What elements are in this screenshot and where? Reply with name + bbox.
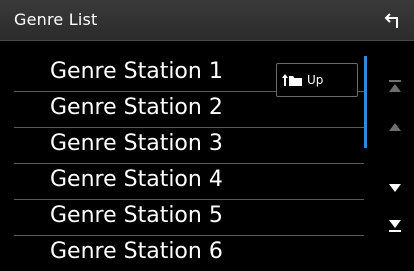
list-item-label: Genre Station 1: [50, 59, 223, 84]
list-item-label: Genre Station 4: [50, 167, 223, 192]
header-bar: Genre List: [0, 0, 414, 41]
list-item-label: Genre Station 6: [50, 239, 223, 264]
list-item-label: Genre Station 3: [50, 131, 223, 156]
list-item[interactable]: Genre Station 4: [14, 164, 364, 200]
back-button[interactable]: [376, 6, 410, 36]
page-title: Genre List: [14, 10, 98, 29]
list-item-label: Genre Station 2: [50, 95, 223, 120]
scroll-controls: [380, 62, 410, 247]
scrollbar[interactable]: [364, 56, 367, 148]
scroll-down-button[interactable]: [380, 172, 410, 202]
folder-up-icon: [282, 73, 304, 87]
scroll-up-button[interactable]: [380, 111, 410, 141]
list-item-label: Genre Station 5: [50, 203, 223, 228]
scroll-to-top-button[interactable]: [380, 72, 410, 102]
scroll-to-bottom-button[interactable]: [380, 212, 410, 242]
list-item[interactable]: Genre Station 6: [14, 236, 364, 271]
up-button-label: Up: [307, 73, 324, 87]
down-triangle-icon: [388, 178, 402, 197]
up-button[interactable]: Up: [276, 63, 358, 97]
double-up-arrow-icon: [388, 78, 402, 97]
list-item[interactable]: Genre Station 3: [14, 128, 364, 164]
list-item[interactable]: Genre Station 5: [14, 200, 364, 236]
up-triangle-icon: [388, 117, 402, 136]
list-item[interactable]: Genre Station 2: [14, 92, 364, 128]
back-arrow-icon: [384, 12, 402, 30]
double-down-arrow-icon: [388, 218, 402, 237]
